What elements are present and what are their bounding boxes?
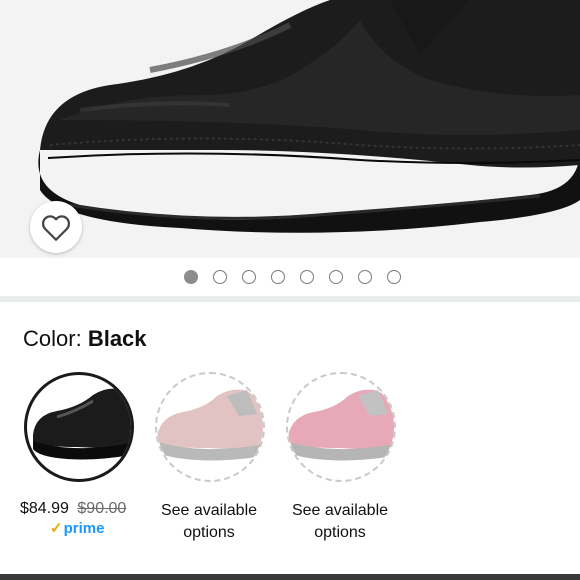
list-price: $90.00 bbox=[77, 500, 127, 517]
pagination-dot[interactable] bbox=[300, 270, 314, 284]
color-swatch-pink[interactable] bbox=[155, 372, 265, 482]
prime-label: prime bbox=[63, 520, 105, 537]
pink-shoe-thumbnail bbox=[157, 389, 263, 461]
pagination-dot[interactable] bbox=[358, 270, 372, 284]
section-divider bbox=[0, 296, 580, 302]
shoe-image bbox=[38, 0, 580, 233]
heart-outline-icon bbox=[41, 215, 71, 241]
color-label: Color: Black bbox=[23, 326, 147, 352]
color-label-prefix: Color: bbox=[23, 326, 82, 351]
color-swatch-rose[interactable] bbox=[286, 372, 396, 482]
prime-badge: ✓prime bbox=[50, 519, 104, 537]
see-options-link[interactable]: See available options bbox=[144, 500, 274, 544]
rose-shoe-thumbnail bbox=[288, 389, 394, 461]
swatch-price: $84.99 $90.00 bbox=[20, 500, 126, 518]
current-price: $84.99 bbox=[20, 500, 69, 517]
selected-color-value: Black bbox=[87, 326, 147, 351]
wishlist-button[interactable] bbox=[30, 201, 82, 253]
pagination-dot[interactable] bbox=[387, 270, 401, 284]
image-pagination bbox=[0, 258, 580, 296]
color-swatch-black[interactable] bbox=[24, 372, 134, 482]
prime-check-icon: ✓ bbox=[50, 520, 63, 537]
product-image[interactable] bbox=[0, 0, 580, 258]
black-shoe-thumbnail bbox=[33, 388, 131, 460]
see-options-link[interactable]: See available options bbox=[275, 500, 405, 544]
bottom-bar bbox=[0, 574, 580, 580]
pagination-dot[interactable] bbox=[329, 270, 343, 284]
pagination-dot[interactable] bbox=[184, 270, 198, 284]
pagination-dot[interactable] bbox=[213, 270, 227, 284]
pagination-dot[interactable] bbox=[242, 270, 256, 284]
pagination-dot[interactable] bbox=[271, 270, 285, 284]
